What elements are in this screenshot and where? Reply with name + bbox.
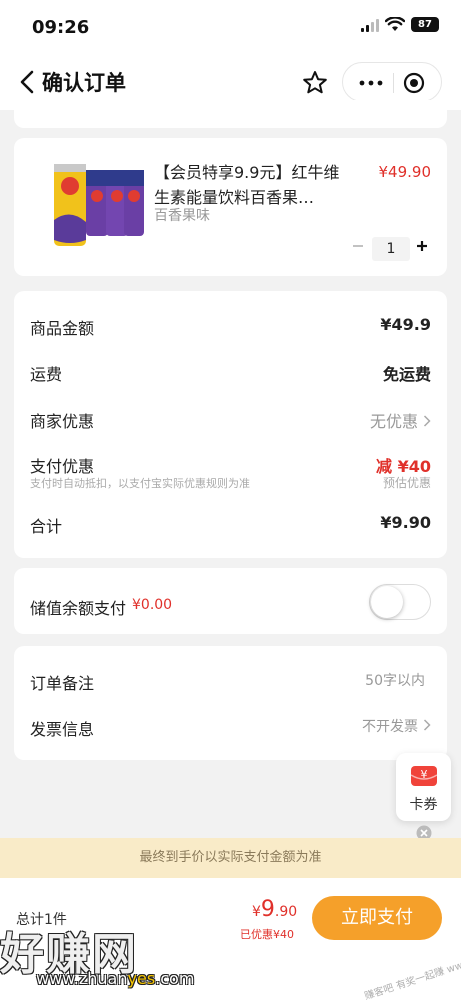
chevron-right-icon <box>423 719 431 731</box>
payment-discount-row: 支付优惠 减 ¥40 <box>30 453 431 477</box>
status-icons: 87 <box>361 17 439 32</box>
quantity-input[interactable]: 1 <box>372 237 410 261</box>
watermark-url-highlight: yes <box>127 969 156 988</box>
balance-toggle[interactable] <box>369 584 431 620</box>
balance-amount: ¥0.00 <box>132 597 173 613</box>
coupon-float-button[interactable]: ¥ 卡券 <box>396 753 451 821</box>
invoice-text: 不开发票 <box>362 719 418 735</box>
target-icon[interactable] <box>403 72 425 94</box>
watermark-url-pre: www.zhuan <box>36 969 128 988</box>
watermark-url: www.zhuanyes.com <box>36 969 194 988</box>
wifi-icon <box>385 17 405 31</box>
coupon-label: 卡券 <box>409 797 438 813</box>
chevron-right-icon <box>423 415 431 427</box>
merchant-discount-label: 商家优惠 <box>30 412 95 431</box>
remark-card: 订单备注 50字以内 发票信息 不开发票 <box>14 646 447 760</box>
merchant-discount-value: 无优惠 <box>370 408 431 432</box>
total-label: 合计 <box>30 517 63 536</box>
capsule-divider <box>393 73 394 93</box>
payment-discount-label: 支付优惠 <box>30 457 95 476</box>
signal-icon <box>361 18 379 32</box>
total-value: ¥9.90 <box>380 513 431 532</box>
balance-label: 储值余额支付 <box>30 599 127 618</box>
total-row: 合计 ¥9.90 <box>30 513 431 537</box>
product-spec: 百香果味 <box>154 208 210 224</box>
status-time: 09:26 <box>32 17 90 38</box>
mini-program-capsule <box>342 62 442 102</box>
goods-amount-value: ¥49.9 <box>380 315 431 334</box>
address-card <box>14 100 447 128</box>
pay-now-button[interactable]: 立即支付 <box>312 896 442 940</box>
saved-amount: 已优惠¥40 <box>240 928 294 941</box>
product-image <box>54 164 144 246</box>
status-bar: 09:26 87 <box>0 0 461 54</box>
goods-amount-label: 商品金额 <box>30 319 95 338</box>
pay-price: ¥9.90 <box>252 897 297 922</box>
product-card: 【会员特享9.9元】红牛维生素能量饮料百香果… ¥49.90 百香果味 1 <box>14 138 447 276</box>
amount-card: 商品金额 ¥49.9 运费 免运费 商家优惠 无优惠 支付优惠 减 ¥40 支付… <box>14 291 447 558</box>
order-note-label: 订单备注 <box>30 674 95 693</box>
merchant-discount-row[interactable]: 商家优惠 无优惠 <box>30 408 431 432</box>
order-note-input[interactable]: 50字以内 <box>365 670 425 690</box>
payment-discount-note: 支付时自动抵扣，以支付宝实际优惠规则为准 <box>30 477 250 490</box>
price-decimal: .90 <box>274 904 298 920</box>
coupon-icon-text: ¥ <box>421 768 428 781</box>
page-title: 确认订单 <box>42 71 126 95</box>
toggle-knob <box>371 586 403 618</box>
star-icon[interactable] <box>298 66 332 100</box>
invoice-row[interactable]: 发票信息 不开发票 <box>30 716 431 740</box>
watermark-url-post: .com <box>155 969 195 988</box>
minus-icon[interactable] <box>350 238 366 254</box>
payment-discount-estimate: 预估优惠 <box>382 476 431 490</box>
balance-card: 储值余额支付 ¥0.00 <box>14 568 447 634</box>
shipping-row: 运费 免运费 <box>30 361 431 385</box>
coupon-icon: ¥ <box>410 766 438 786</box>
order-note-row[interactable]: 订单备注 50字以内 <box>30 670 431 694</box>
invoice-value: 不开发票 <box>362 716 431 736</box>
battery-icon: 87 <box>411 17 439 32</box>
product-name[interactable]: 【会员特享9.9元】红牛维生素能量饮料百香果… <box>154 160 354 210</box>
product-price: ¥49.90 <box>378 163 432 181</box>
merchant-discount-text: 无优惠 <box>369 412 418 431</box>
back-icon[interactable] <box>14 68 42 96</box>
shipping-label: 运费 <box>30 365 63 384</box>
price-yen: ¥ <box>252 904 261 920</box>
invoice-label: 发票信息 <box>30 720 95 739</box>
plus-icon[interactable] <box>414 238 430 254</box>
price-notice: 最终到手价以实际支付金额为准 <box>0 838 461 878</box>
price-integer: 9 <box>260 897 275 922</box>
goods-amount-row: 商品金额 ¥49.9 <box>30 315 431 339</box>
more-icon[interactable] <box>357 74 385 92</box>
shipping-value: 免运费 <box>382 365 431 384</box>
